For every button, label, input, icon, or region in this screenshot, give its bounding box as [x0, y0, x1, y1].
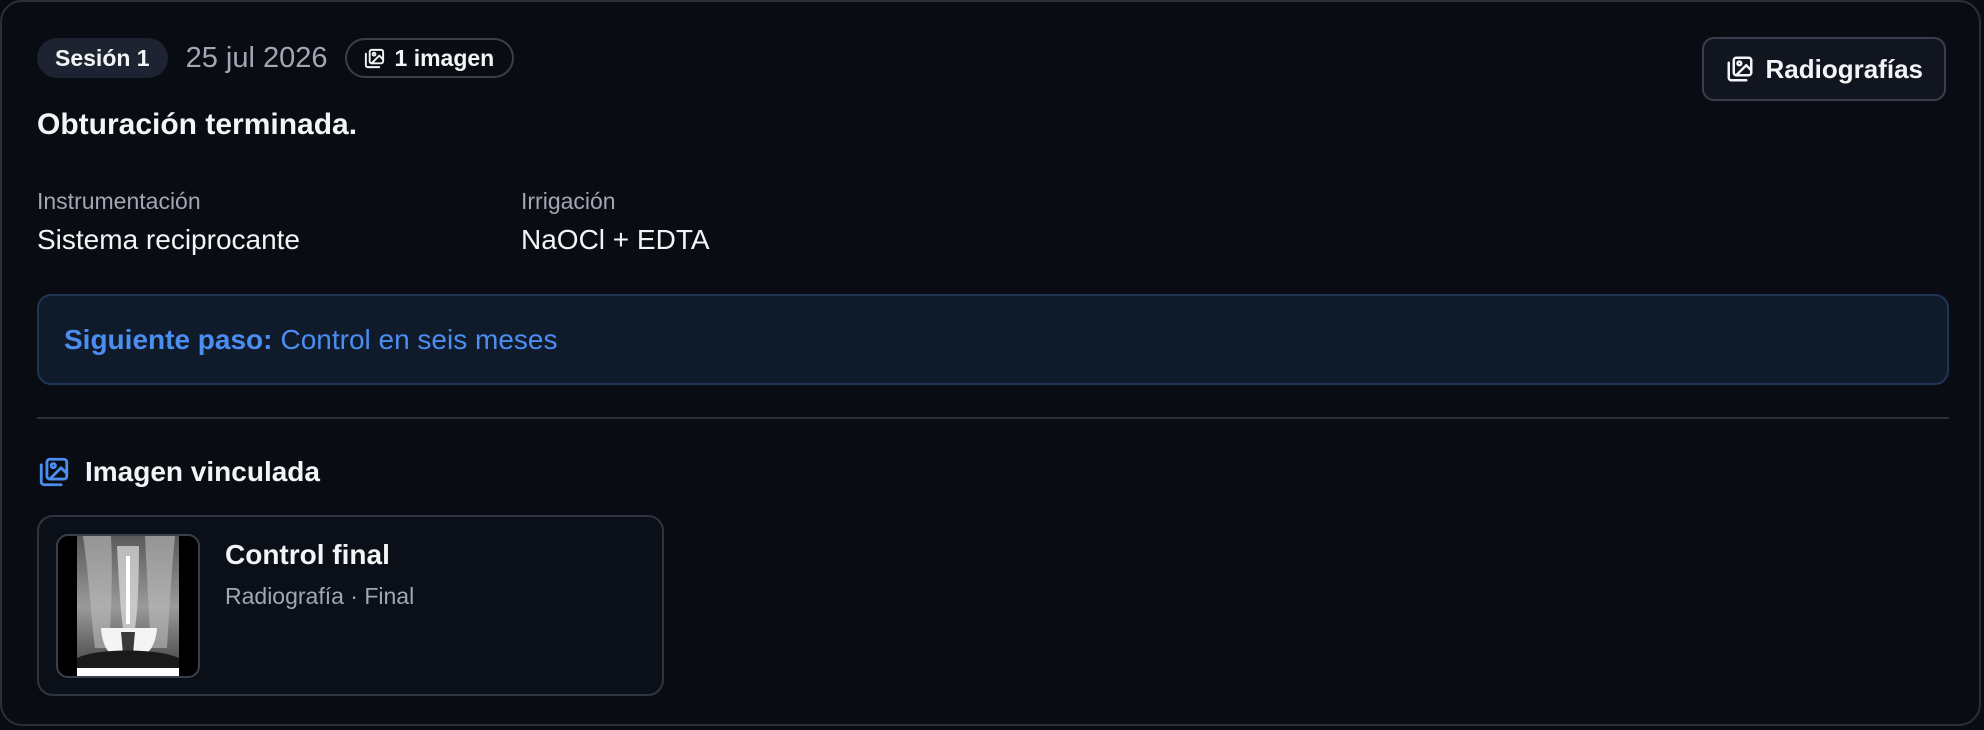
- field-value: Sistema reciprocante: [37, 224, 301, 255]
- linked-image-heading-label: Imagen vinculada: [85, 456, 320, 487]
- field-irrigation: Irrigación NaOCl + EDTA: [521, 186, 710, 257]
- linked-image-card[interactable]: Control final Radiografía · Final: [37, 515, 664, 696]
- session-header: Sesión 1 25 jul 2026 1 imagen: [37, 38, 515, 78]
- images-icon: [364, 48, 384, 68]
- linked-image-icon: [39, 457, 69, 487]
- radiographs-button-label: Radiografías: [1765, 53, 1924, 84]
- field-label: Instrumentación: [37, 188, 201, 214]
- session-badge: Sesión 1: [37, 38, 168, 78]
- radiographs-button[interactable]: Radiografías: [1701, 37, 1946, 101]
- session-title: Obturación terminada.: [37, 108, 358, 141]
- section-divider: [37, 417, 1949, 419]
- radiograph-thumbnail[interactable]: [56, 534, 200, 678]
- field-instrumentation: Instrumentación Sistema reciprocante: [37, 186, 300, 257]
- linked-image-subtitle: Radiografía · Final: [225, 583, 415, 609]
- linked-image-title: Control final: [225, 539, 390, 570]
- next-step-label: Siguiente paso:: [64, 323, 273, 355]
- next-step-callout: Siguiente paso: Control en seis meses: [37, 294, 1949, 385]
- radiograph-image: [77, 536, 179, 676]
- field-value: NaOCl + EDTA: [521, 224, 710, 255]
- next-step-value: Control en seis meses: [280, 323, 558, 355]
- linked-image-heading: Imagen vinculada: [37, 455, 320, 489]
- session-date: 25 jul 2026: [185, 41, 328, 74]
- field-label: Irrigación: [521, 188, 616, 214]
- images-icon: [1727, 56, 1752, 82]
- session-card: Sesión 1 25 jul 2026 1 imagen Radiografí…: [0, 0, 1981, 726]
- images-count-badge: 1 imagen: [344, 38, 515, 78]
- images-count-label: 1 imagen: [394, 44, 495, 71]
